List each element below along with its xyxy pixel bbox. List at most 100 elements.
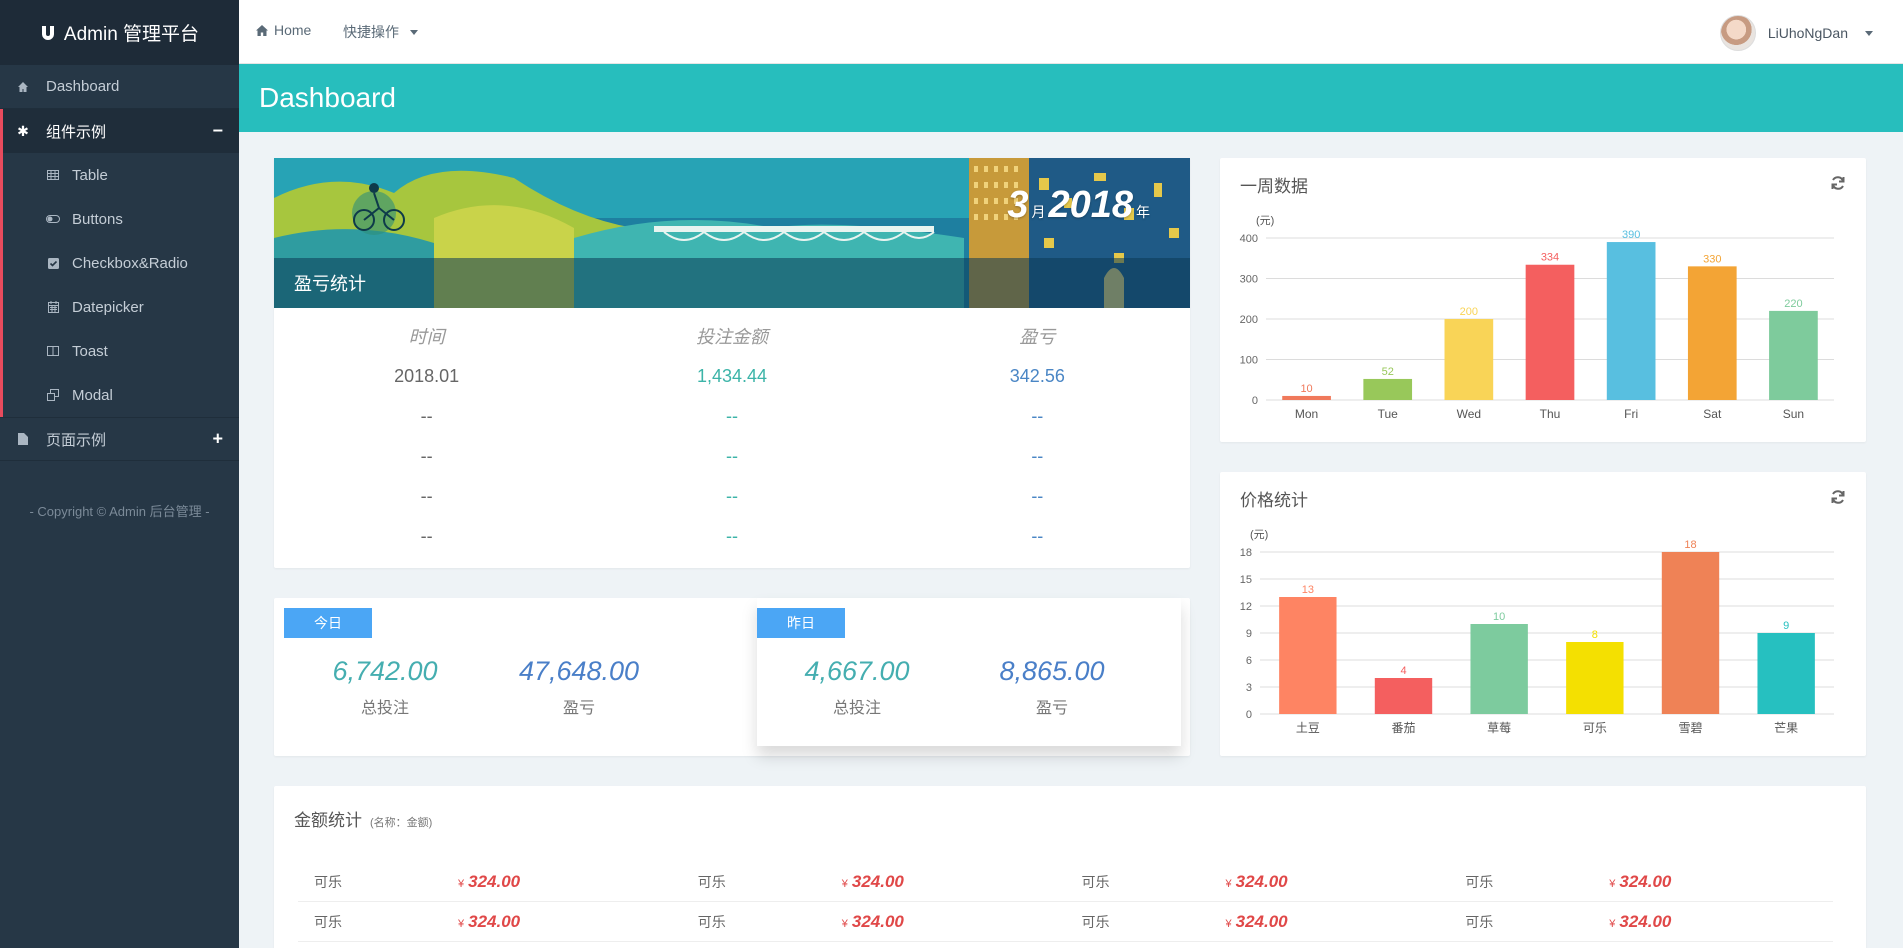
bar (1279, 597, 1337, 714)
bar (1757, 633, 1815, 714)
yesterday-total-bet-label: 总投注 (832, 700, 881, 717)
refresh-icon[interactable] (1830, 489, 1846, 505)
cell-bet: -- (725, 445, 738, 466)
sidebar-item-label: Buttons (72, 210, 123, 228)
x-tick-label: 芒果 (1774, 720, 1798, 735)
user-menu[interactable]: LiUhoNgDan (1719, 15, 1873, 51)
cell-profit: -- (1031, 485, 1044, 506)
weekly-chart-card: (元) 0 100 200 300 400 10 Mon 52 Tue 200 Wed 334 Thu 39… (1220, 158, 1866, 442)
page-title: Dashboard (259, 82, 396, 113)
y-axis-unit: (元) (1256, 215, 1274, 227)
y-tick-label: 0 (1252, 395, 1258, 407)
cell-time: -- (420, 405, 433, 426)
price-chart-card: (元) 0 3 6 9 12 15 18 13 土豆 4 番茄 10 草莓 8 可乐 18 雪碧 9 芒果 价格统计 (1220, 472, 1866, 756)
x-tick-label: Wed (1457, 407, 1481, 421)
yesterday-total-bet: 4,667.00 (804, 656, 910, 686)
y-tick-label: 6 (1246, 655, 1252, 667)
sidebar-item-dashboard[interactable]: Dashboard (0, 65, 239, 109)
logo-icon (41, 25, 54, 40)
amount-name: 可乐 (314, 873, 342, 890)
column-header: 投注金额 (695, 327, 768, 347)
sidebar-item-buttons[interactable]: Buttons (3, 197, 239, 241)
bar (1363, 378, 1413, 400)
sidebar-item-label: Toast (72, 342, 108, 360)
y-tick-label: 15 (1240, 574, 1252, 586)
chevron-down-icon (410, 29, 418, 35)
cell-profit: -- (1031, 445, 1044, 466)
data-label: 4 (1400, 665, 1406, 677)
expand-icon[interactable]: + (212, 429, 223, 450)
banner-month: 3 (1007, 184, 1029, 226)
checkbox-icon (46, 256, 60, 270)
profit-card: 盈亏统计 3 月 2018 年 时间 投注金额 盈亏 2018.01 1,434… (274, 158, 1190, 568)
y-tick-label: 18 (1240, 547, 1252, 559)
cell-bet: -- (725, 485, 738, 506)
amount-number: 324.00 (468, 871, 521, 891)
collapse-icon[interactable]: − (212, 121, 223, 142)
amount-name: 可乐 (1081, 913, 1110, 930)
sidebar-item-toast[interactable]: Toast (3, 329, 239, 373)
sidebar-item-datepicker[interactable]: Datepicker (3, 285, 239, 329)
cell-bet: -- (725, 405, 738, 426)
bar (1444, 319, 1494, 400)
data-label: 52 (1382, 366, 1394, 378)
amount-value: ¥324.00 (842, 872, 904, 892)
amount-name: 可乐 (697, 873, 726, 890)
toggle-icon (46, 212, 60, 226)
x-tick-label: 土豆 (1296, 721, 1320, 735)
amount-name: 可乐 (314, 913, 342, 930)
data-label: 220 (1784, 298, 1802, 310)
home-icon (256, 24, 268, 36)
y-tick-label: 3 (1246, 682, 1252, 694)
home-link[interactable]: Home (256, 22, 311, 38)
currency-symbol: ¥ (1609, 877, 1616, 890)
profit-banner: 盈亏统计 3 月 2018 年 (274, 158, 1190, 308)
brand[interactable]: Admin 管理平台 (0, 0, 239, 65)
amount-cell: 可乐 ¥324.00 (298, 872, 682, 892)
today-profit: 47,648.00 (518, 656, 640, 686)
currency-symbol: ¥ (841, 917, 848, 930)
today-total-bet-label: 总投注 (360, 700, 409, 717)
table-row: 可乐 ¥324.00 可乐 ¥324.00 可乐 ¥324.00 可乐 ¥324.00 (298, 862, 1833, 902)
refresh-icon[interactable] (1830, 175, 1846, 191)
amount-card: 金额统计 (名称：金额) 可乐 ¥324.00 可乐 ¥324.00 可乐 ¥324.0… (274, 786, 1866, 948)
cell-profit: 342.56 (1009, 365, 1065, 386)
page-title-bar: Dashboard (239, 64, 1903, 132)
data-label: 8 (1592, 629, 1598, 641)
amount-name: 可乐 (1465, 913, 1494, 930)
currency-symbol: ¥ (1225, 917, 1232, 930)
yesterday-tag: 昨日 (757, 608, 845, 638)
amount-cell: 可乐 ¥324.00 (1449, 872, 1833, 892)
sidebar-item-modal[interactable]: Modal (3, 373, 239, 417)
sidebar-item-label: 组件示例 (46, 123, 107, 141)
y-axis-unit: (元) (1250, 529, 1268, 541)
quick-actions-dropdown[interactable]: 快捷操作 (343, 22, 418, 42)
sidebar-item-table[interactable]: Table (3, 153, 239, 197)
amount-value: ¥324.00 (842, 912, 904, 932)
sidebar-item-checkbox-radio[interactable]: Checkbox&Radio (3, 241, 239, 285)
banner-year: 2018 (1048, 184, 1133, 226)
data-label: 390 (1622, 229, 1640, 241)
amount-cell: 可乐 ¥324.00 (682, 872, 1066, 892)
sidebar-item-components[interactable]: ✱ 组件示例 − (0, 109, 239, 153)
cell-time: 2018.01 (394, 365, 460, 386)
y-tick-label: 400 (1240, 233, 1258, 245)
topbar: Home 快捷操作 LiUhoNgDan (239, 0, 1903, 64)
sidebar-item-label: 页面示例 (46, 431, 107, 449)
x-tick-label: 番茄 (1391, 721, 1415, 735)
home-link-label: Home (274, 22, 312, 38)
amount-subtitle: (名称：金额) (370, 817, 433, 829)
amount-value: ¥324.00 (1226, 872, 1288, 892)
sidebar-item-label: Modal (72, 386, 113, 404)
cell-bet: 1,434.44 (696, 365, 768, 386)
x-tick-label: 草莓 (1487, 721, 1511, 735)
y-tick-label: 9 (1246, 628, 1252, 640)
table-header: 时间 投注金额 盈亏 (274, 316, 1190, 356)
amount-name: 可乐 (697, 913, 726, 930)
amount-cell: 可乐 ¥324.00 (298, 912, 682, 932)
y-tick-label: 0 (1246, 709, 1252, 721)
sidebar-item-label: Dashboard (46, 78, 120, 95)
banner-date: 3 月 2018 年 (1007, 184, 1150, 227)
sidebar-item-pages[interactable]: 页面示例 + (0, 417, 239, 461)
amount-title: 金额统计 (名称：金额) (294, 806, 432, 831)
